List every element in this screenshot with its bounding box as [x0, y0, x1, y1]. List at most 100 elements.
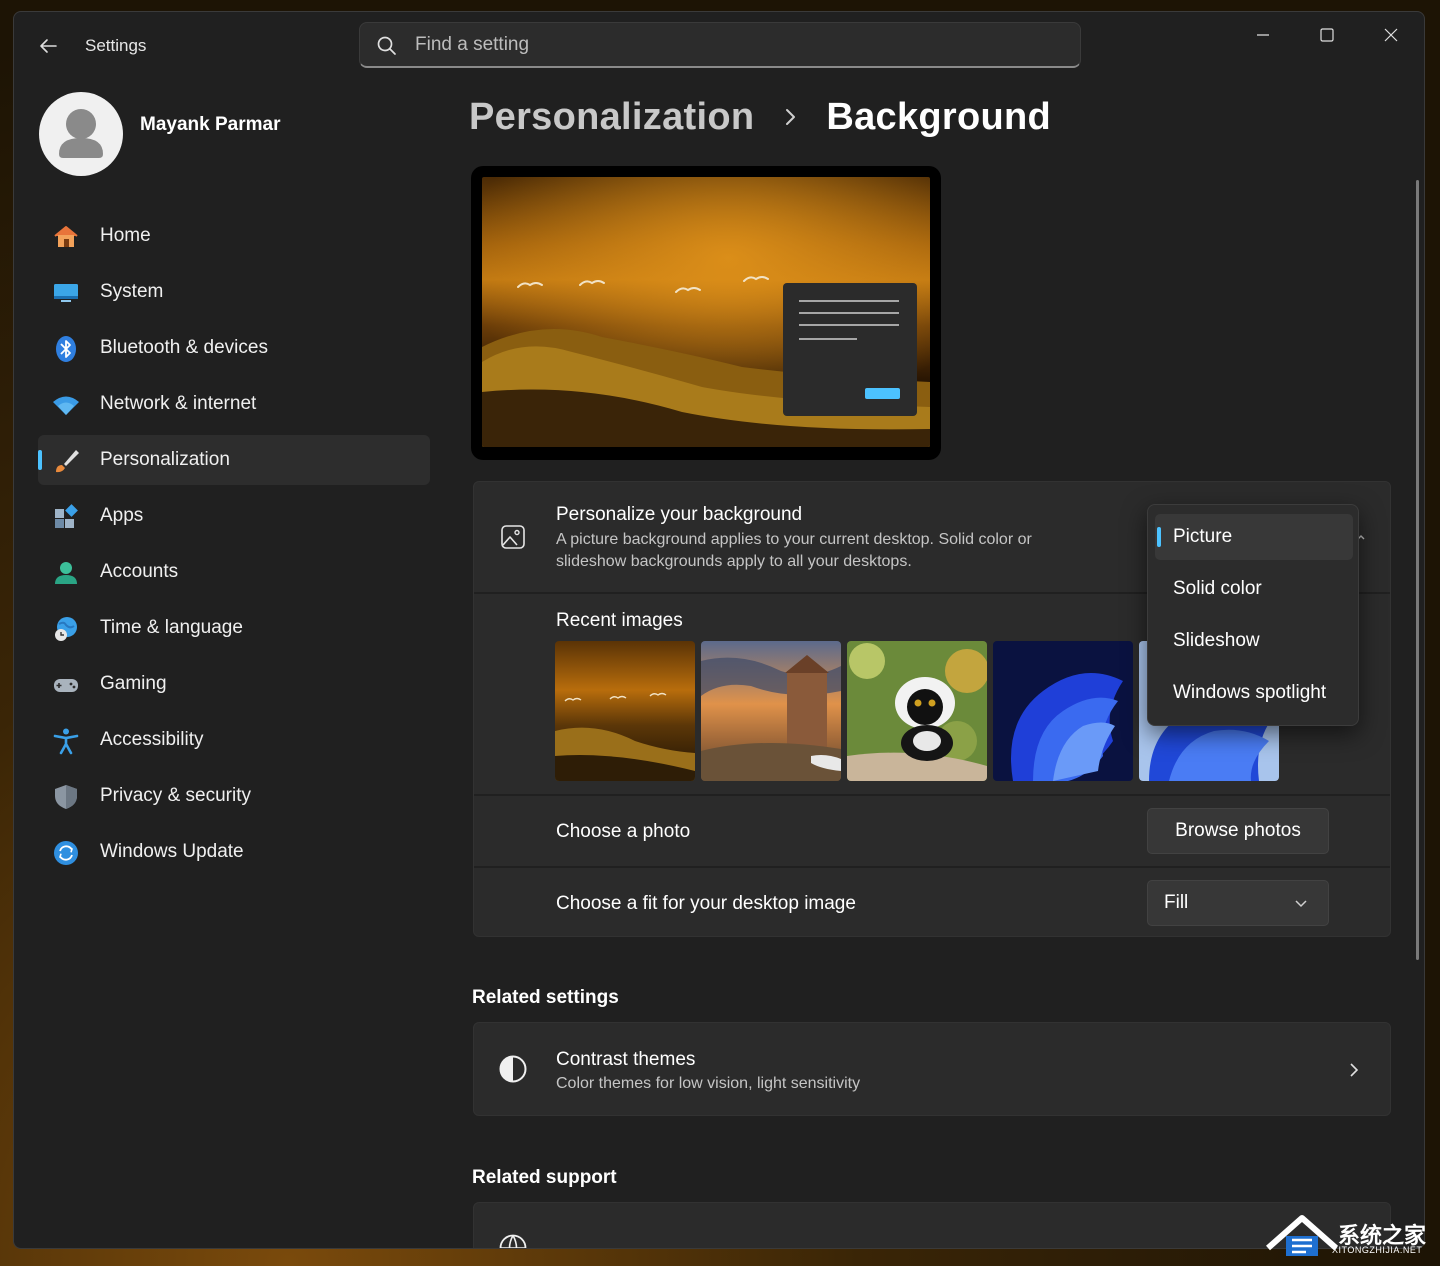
preview-wallpaper — [482, 177, 930, 447]
sidebar-item-accessibility[interactable]: Accessibility — [38, 715, 430, 765]
sidebar-item-label: Accounts — [100, 561, 179, 582]
fit-dropdown-value: Fill — [1164, 892, 1189, 913]
recent-image-3[interactable] — [847, 641, 987, 781]
sidebar-item-network[interactable]: Network & internet — [38, 379, 430, 429]
preview-window — [783, 283, 917, 416]
windows-bloom-image-icon — [993, 641, 1133, 781]
related-settings-title: Related settings — [472, 987, 619, 1008]
golden-field-image-icon — [555, 641, 695, 781]
close-button[interactable] — [1368, 20, 1414, 50]
dropdown-option-label: Slideshow — [1173, 630, 1260, 651]
chevron-right-icon — [1350, 1063, 1359, 1077]
breadcrumb-parent[interactable]: Personalization — [469, 96, 754, 139]
fit-dropdown[interactable]: Fill — [1147, 880, 1329, 926]
chevron-right-icon — [786, 109, 796, 125]
personalize-description-2: slideshow backgrounds apply to all your … — [556, 553, 912, 570]
dropdown-option-slideshow[interactable]: Slideshow — [1155, 618, 1353, 664]
sidebar-item-personalization[interactable]: Personalization — [38, 435, 430, 485]
contrast-themes-subtitle: Color themes for low vision, light sensi… — [556, 1075, 861, 1092]
dropdown-option-picture[interactable]: Picture — [1155, 514, 1353, 560]
recent-image-2[interactable] — [701, 641, 841, 781]
monitor-icon — [54, 284, 78, 302]
globe-clock-icon — [55, 617, 77, 641]
sidebar-item-label: Privacy & security — [100, 785, 251, 806]
shield-icon — [55, 785, 77, 809]
app-title: Settings — [85, 36, 147, 55]
update-icon — [54, 841, 78, 865]
sidebar-item-label: Time & language — [100, 617, 243, 638]
sidebar-item-label: Apps — [100, 505, 144, 526]
minimize-button[interactable] — [1240, 20, 1286, 50]
search-input[interactable] — [415, 29, 1055, 61]
choose-fit-label: Choose a fit for your desktop image — [556, 893, 856, 914]
sidebar-item-label: Personalization — [100, 449, 230, 470]
dropdown-option-label: Windows spotlight — [1173, 682, 1327, 703]
sidebar-item-windows-update[interactable]: Windows Update — [38, 827, 430, 877]
maximize-button[interactable] — [1304, 20, 1350, 50]
dropdown-option-windows-spotlight[interactable]: Windows spotlight — [1155, 670, 1353, 716]
recent-image-1[interactable] — [555, 641, 695, 781]
sidebar-item-label: System — [100, 281, 164, 302]
personalize-description-1: A picture background applies to your cur… — [556, 531, 1032, 548]
user-name: Mayank Parmar — [140, 114, 281, 135]
sidebar-item-label: Network & internet — [100, 393, 257, 414]
search-box[interactable] — [359, 22, 1081, 68]
sidebar-item-privacy-security[interactable]: Privacy & security — [38, 771, 430, 821]
dropdown-option-solid-color[interactable]: Solid color — [1155, 566, 1353, 612]
watermark-subtext: XITONGZHIJIA.NET — [1332, 1245, 1423, 1255]
wifi-icon — [53, 396, 79, 415]
apps-icon — [55, 504, 78, 528]
sidebar-item-gaming[interactable]: Gaming — [38, 659, 430, 709]
sidebar-item-label: Accessibility — [100, 729, 204, 750]
brush-icon — [56, 450, 79, 473]
stone-church-image-icon — [701, 641, 841, 781]
related-support-title: Related support — [472, 1167, 617, 1188]
recent-images-title: Recent images — [556, 610, 683, 631]
contrast-themes-card[interactable]: Contrast themes Color themes for low vis… — [473, 1022, 1391, 1116]
page-title: Background — [826, 95, 1052, 138]
close-icon — [1384, 28, 1398, 42]
sidebar-nav: Home System Bluetooth & devices Network … — [38, 211, 430, 883]
search-icon — [377, 36, 396, 55]
sidebar-item-system[interactable]: System — [38, 267, 430, 317]
personalize-title: Personalize your background — [556, 504, 803, 525]
preview-window-lines-icon — [799, 300, 900, 399]
choose-photo-label: Choose a photo — [556, 821, 691, 842]
sidebar-item-label: Bluetooth & devices — [100, 337, 268, 358]
avatar[interactable] — [39, 92, 123, 176]
sidebar-item-apps[interactable]: Apps — [38, 491, 430, 541]
sidebar-item-home[interactable]: Home — [38, 211, 430, 261]
background-type-dropdown-menu: Picture Solid color Slideshow Windows sp… — [1147, 504, 1359, 726]
person-icon — [55, 562, 77, 584]
scrollbar[interactable] — [1416, 180, 1419, 960]
sidebar-item-bluetooth[interactable]: Bluetooth & devices — [38, 323, 430, 373]
settings-window: Settings Mayank Parmar Home — [13, 11, 1425, 1249]
lemur-image-icon — [847, 641, 987, 781]
globe-icon — [499, 1234, 527, 1248]
sidebar-item-label: Windows Update — [100, 841, 244, 862]
dropdown-option-label: Solid color — [1173, 578, 1262, 599]
maximize-icon — [1320, 28, 1334, 42]
home-icon — [54, 226, 78, 247]
back-button[interactable] — [36, 34, 60, 58]
image-icon — [501, 525, 525, 549]
sidebar-item-label: Home — [100, 225, 151, 246]
browse-photos-button[interactable]: Browse photos — [1147, 808, 1329, 854]
accessibility-icon — [53, 728, 79, 755]
contrast-icon — [499, 1055, 527, 1083]
gamepad-icon — [54, 679, 78, 692]
recent-image-4[interactable] — [993, 641, 1133, 781]
minimize-icon — [1257, 34, 1269, 36]
bluetooth-icon — [56, 336, 76, 362]
person-icon — [59, 109, 103, 158]
dropdown-option-label: Picture — [1173, 526, 1233, 547]
divider — [474, 866, 1390, 868]
related-support-card[interactable] — [473, 1202, 1391, 1248]
breadcrumb: Personalization Background — [469, 92, 1051, 142]
divider — [474, 794, 1390, 796]
sidebar-item-accounts[interactable]: Accounts — [38, 547, 430, 597]
browse-photos-label: Browse photos — [1175, 820, 1301, 841]
arrow-left-icon — [40, 39, 57, 53]
sidebar-item-time-language[interactable]: Time & language — [38, 603, 430, 653]
desktop-preview — [471, 166, 941, 460]
